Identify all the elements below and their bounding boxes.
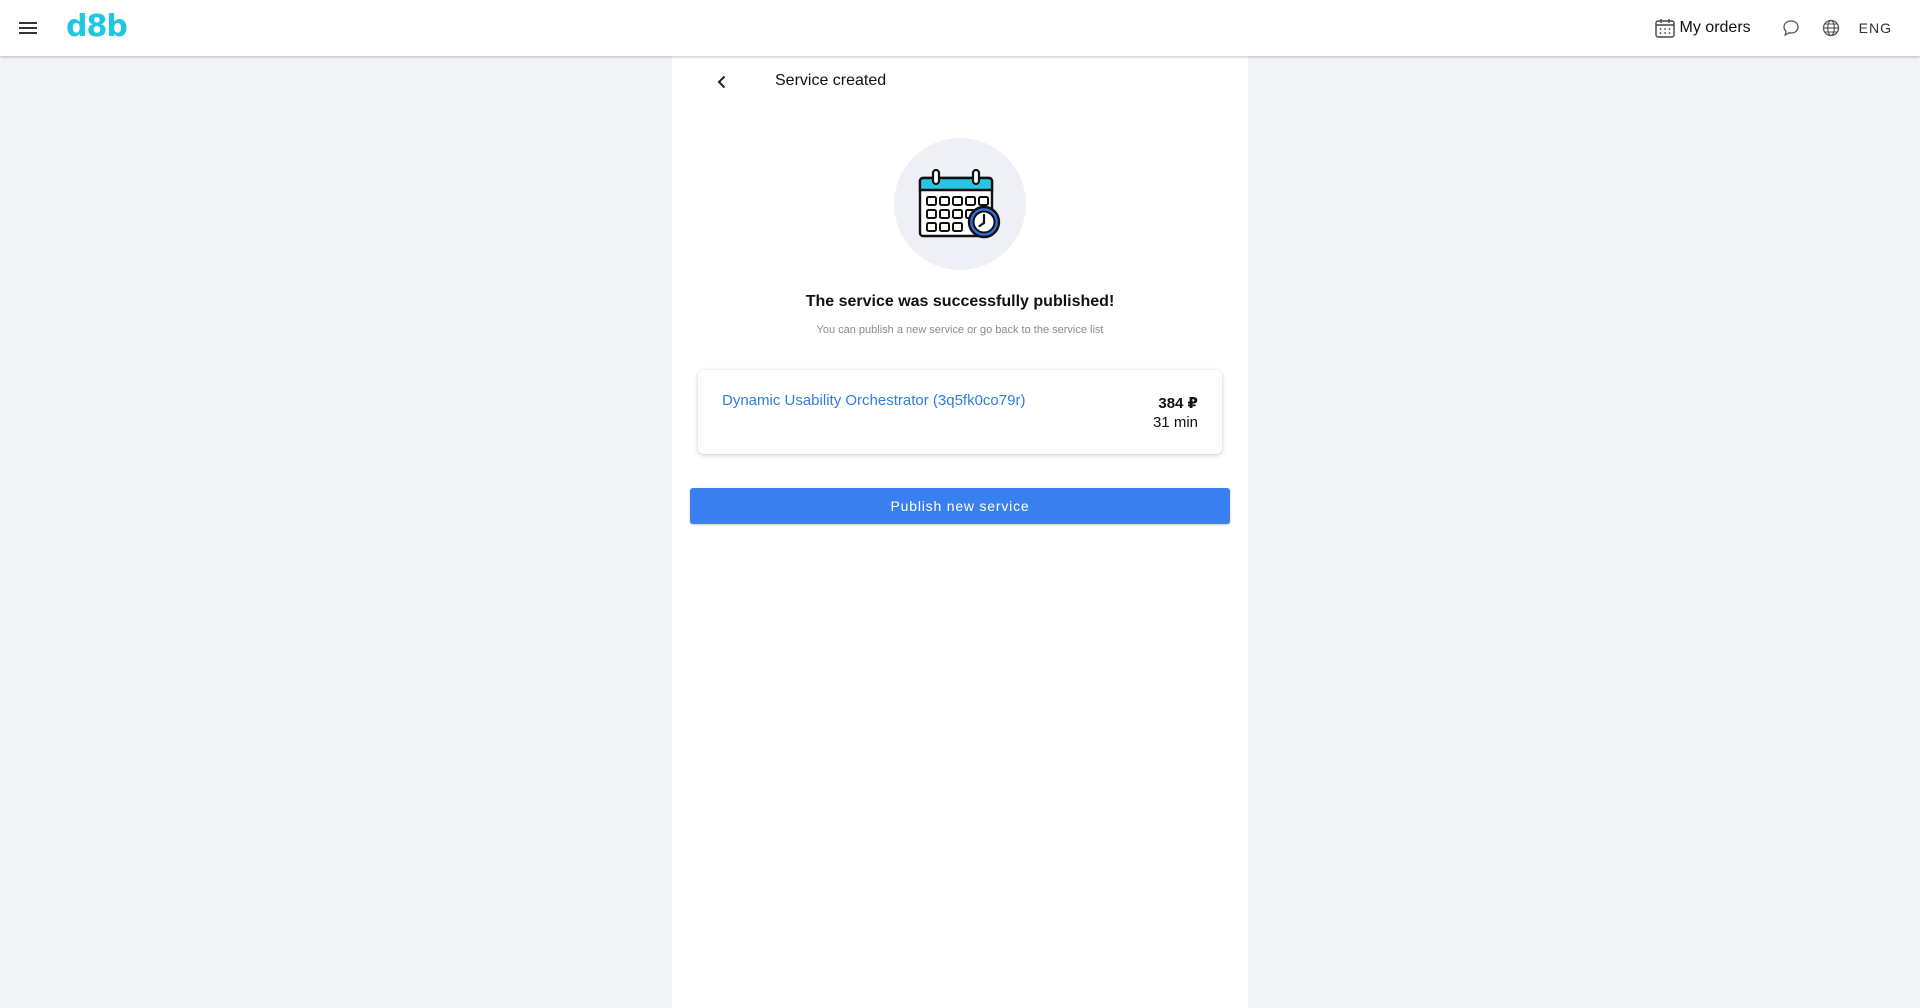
chat-bubble-icon[interactable] — [1777, 14, 1805, 42]
service-name-link[interactable]: Dynamic Usability Orchestrator (3q5fk0co… — [722, 392, 1025, 409]
publish-new-service-button[interactable]: Publish new service — [690, 488, 1230, 524]
my-orders-label: My orders — [1679, 19, 1751, 36]
calendar-clock-icon — [918, 168, 1001, 239]
page-header: Service created — [672, 56, 1248, 108]
service-price: 384 ₽ — [1158, 395, 1198, 412]
back-button[interactable] — [708, 68, 736, 96]
success-title: The service was successfully published! — [805, 293, 1115, 310]
language-selector[interactable]: ENG — [1859, 20, 1892, 36]
my-orders-link[interactable]: My orders — [1654, 17, 1751, 39]
success-subtitle: You can publish a new service or go back… — [816, 324, 1104, 336]
calendar-clock-illustration — [894, 138, 1026, 270]
menu-icon[interactable] — [14, 14, 42, 42]
top-right-nav: My orders ENG — [1654, 0, 1892, 56]
service-card[interactable]: Dynamic Usability Orchestrator (3q5fk0co… — [698, 370, 1222, 454]
main-panel: Service created The service was successf… — [672, 56, 1248, 1008]
service-duration: 31 min — [1152, 414, 1198, 431]
globe-icon[interactable] — [1817, 14, 1845, 42]
calendar-icon — [1654, 19, 1675, 38]
page-title: Service created — [775, 72, 887, 89]
top-bar: d8b My orders ENG — [0, 0, 1920, 56]
logo[interactable]: d8b — [66, 10, 128, 44]
chevron-left-icon — [717, 75, 726, 89]
